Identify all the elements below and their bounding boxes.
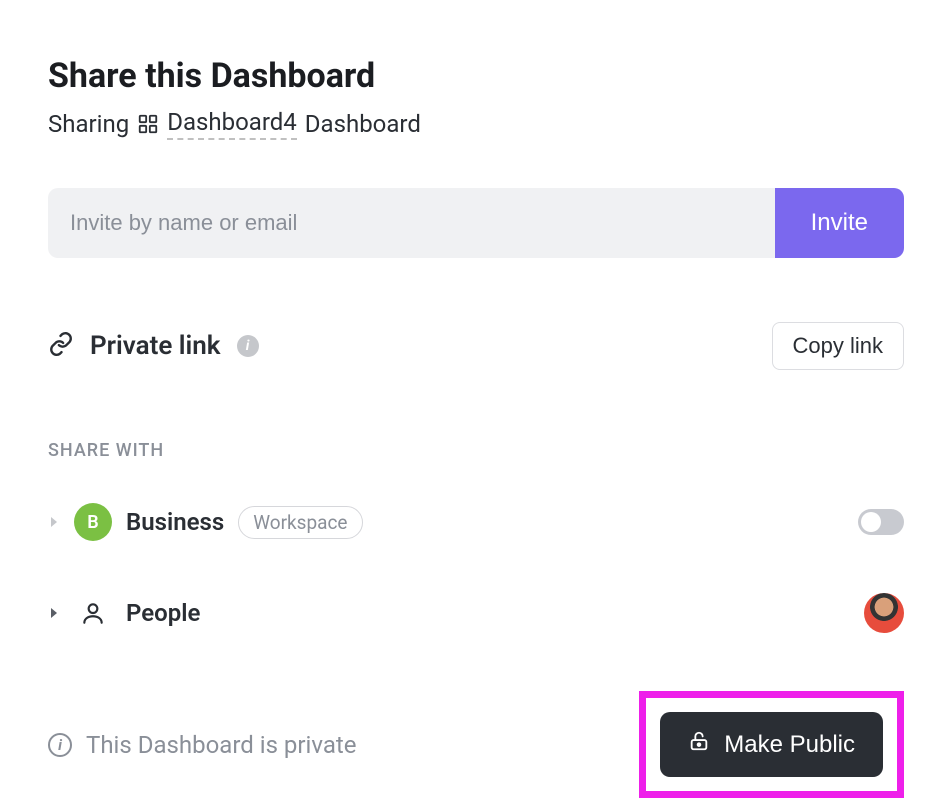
toggle-knob: [861, 512, 881, 532]
make-public-label: Make Public: [724, 731, 855, 759]
user-avatar[interactable]: [864, 593, 904, 633]
modal-title: Share this Dashboard: [48, 56, 904, 96]
invite-input[interactable]: [48, 188, 775, 258]
share-item-people: People: [48, 579, 904, 647]
chevron-right-icon[interactable]: [48, 516, 60, 528]
highlight-annotation: Make Public: [639, 691, 904, 798]
invite-button[interactable]: Invite: [775, 188, 904, 258]
business-toggle[interactable]: [858, 509, 904, 535]
breadcrumb-item-type: Dashboard: [305, 110, 421, 138]
breadcrumb-item-name[interactable]: Dashboard4: [167, 108, 297, 140]
workspace-badge: B: [74, 503, 112, 541]
breadcrumb: Sharing Dashboard4 Dashboard: [48, 108, 904, 140]
footer-row: i This Dashboard is private Make Public: [48, 691, 904, 798]
dashboard-icon: [137, 113, 159, 135]
person-icon: [74, 600, 112, 626]
share-with-label: SHARE WITH: [48, 440, 904, 461]
chevron-right-icon[interactable]: [48, 607, 60, 619]
private-link-label: Private link: [90, 331, 221, 361]
make-public-button[interactable]: Make Public: [660, 712, 883, 777]
share-item-name: Business: [126, 508, 224, 536]
share-item-business: B Business Workspace: [48, 489, 904, 555]
unlock-icon: [688, 730, 710, 759]
workspace-tag: Workspace: [238, 506, 362, 539]
breadcrumb-prefix: Sharing: [48, 110, 129, 138]
share-item-name: People: [126, 599, 200, 627]
info-outline-icon: i: [48, 733, 72, 757]
private-link-row: Private link i Copy link: [48, 322, 904, 370]
invite-row: Invite: [48, 188, 904, 258]
share-list: B Business Workspace People: [48, 489, 904, 647]
copy-link-button[interactable]: Copy link: [772, 322, 904, 370]
info-icon[interactable]: i: [237, 335, 259, 357]
link-icon: [48, 331, 74, 361]
privacy-status-text: This Dashboard is private: [86, 731, 356, 759]
